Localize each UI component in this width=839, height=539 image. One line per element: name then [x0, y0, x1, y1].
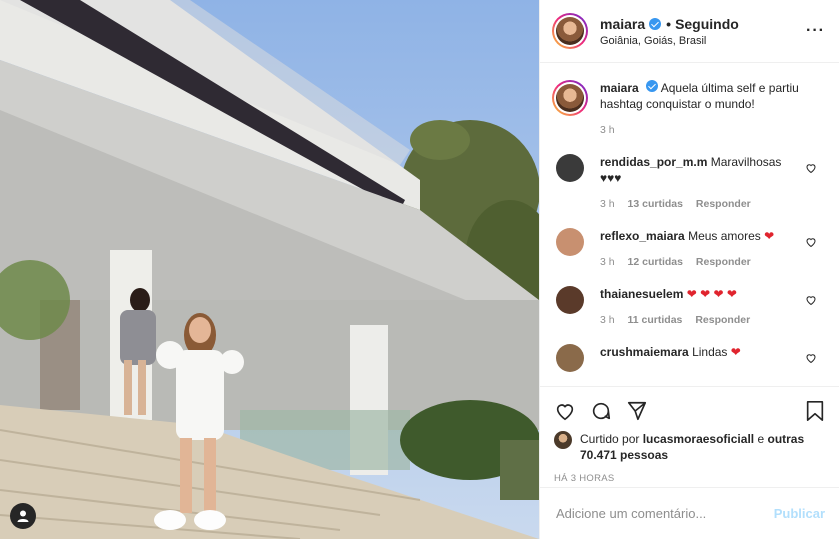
comment-username[interactable]: crushmaiemara	[600, 345, 689, 359]
comment-row: reflexo_maiara Meus amores ❤ 3 h 12 curt…	[552, 228, 827, 270]
comment-text: Lindas	[692, 345, 728, 359]
comment-row: crushmaiemara Lindas ❤	[552, 344, 827, 372]
comment-avatar[interactable]	[556, 228, 584, 256]
comment-likes[interactable]: 11 curtidas	[628, 314, 683, 326]
comment-emoji: ❤ ❤ ❤ ❤	[686, 287, 737, 301]
comment-username[interactable]: reflexo_maiara	[600, 229, 685, 243]
likes-summary: Curtido por lucasmoraesoficiall e outras…	[554, 431, 825, 463]
heart-icon[interactable]	[805, 162, 817, 174]
comment-username[interactable]: thaianesuelem	[600, 287, 683, 301]
reply-button[interactable]: Responder	[696, 198, 751, 210]
comment-emoji: ♥♥♥	[600, 171, 622, 185]
comment-likes[interactable]: 13 curtidas	[628, 198, 683, 210]
more-icon[interactable]: ···	[806, 22, 825, 40]
photo-scene	[0, 0, 539, 539]
comment-time[interactable]: 3 h	[600, 314, 615, 326]
tag-user-icon	[17, 510, 29, 522]
liker-avatar[interactable]	[554, 431, 572, 449]
comment-input[interactable]: Adicione um comentário...	[556, 506, 774, 521]
save-icon[interactable]	[805, 400, 825, 422]
comment-likes[interactable]: 12 curtidas	[628, 256, 683, 268]
comment-emoji: ❤	[764, 229, 775, 243]
comment-emoji: ❤	[730, 345, 741, 359]
heart-icon[interactable]	[554, 400, 576, 422]
comment-username[interactable]: rendidas_por_m.m	[600, 155, 707, 169]
avatar[interactable]	[552, 13, 588, 49]
likes-and: e	[757, 432, 765, 446]
comment-time[interactable]: 3 h	[600, 198, 615, 210]
comment-box: Adicione um comentário... Publicar	[540, 487, 839, 539]
comment-icon[interactable]	[590, 400, 612, 422]
share-icon[interactable]	[626, 400, 648, 422]
comment-avatar[interactable]	[556, 344, 584, 372]
heart-icon[interactable]	[805, 236, 817, 248]
post-photo[interactable]	[0, 0, 539, 539]
post-actions: Curtido por lucasmoraesoficiall e outras…	[540, 386, 839, 484]
location-link[interactable]: Goiânia, Goiás, Brasil	[600, 35, 739, 47]
caption-avatar[interactable]	[552, 80, 588, 116]
post-side-panel: maiara • Seguindo Goiânia, Goiás, Brasil…	[539, 0, 839, 539]
post-timestamp[interactable]: HÁ 3 HORAS	[554, 473, 825, 484]
comment-text: Meus amores	[688, 229, 761, 243]
liker-username[interactable]: lucasmoraesoficiall	[643, 432, 754, 446]
post-header: maiara • Seguindo Goiânia, Goiás, Brasil…	[540, 0, 839, 63]
tag-user-button[interactable]	[10, 503, 36, 529]
verified-icon	[649, 17, 662, 30]
comment-row: rendidas_por_m.m Maravilhosas ♥♥♥ 3 h 13…	[552, 154, 827, 212]
comment-avatar[interactable]	[556, 154, 584, 182]
comments-list[interactable]: maiara Aquela última self e partiu hasht…	[540, 64, 839, 386]
caption-username[interactable]: maiara	[600, 81, 639, 95]
caption-time[interactable]: 3 h	[600, 124, 615, 136]
comment-avatar[interactable]	[556, 286, 584, 314]
comment-row: thaianesuelem ❤ ❤ ❤ ❤ 3 h 11 curtidas Re…	[552, 286, 827, 328]
header-username[interactable]: maiara	[600, 16, 645, 32]
separator-dot: •	[666, 15, 672, 32]
reply-button[interactable]: Responder	[696, 256, 751, 268]
likes-prefix: Curtido por	[580, 432, 640, 446]
reply-button[interactable]: Responder	[695, 314, 750, 326]
publish-button[interactable]: Publicar	[774, 506, 825, 521]
follow-status-button[interactable]: Seguindo	[675, 16, 739, 32]
comment-text: Maravilhosas	[710, 155, 782, 169]
caption: maiara Aquela última self e partiu hasht…	[552, 80, 827, 138]
heart-icon[interactable]	[805, 294, 817, 306]
verified-icon	[646, 80, 659, 92]
comment-time[interactable]: 3 h	[600, 256, 615, 268]
heart-icon[interactable]	[805, 352, 817, 364]
